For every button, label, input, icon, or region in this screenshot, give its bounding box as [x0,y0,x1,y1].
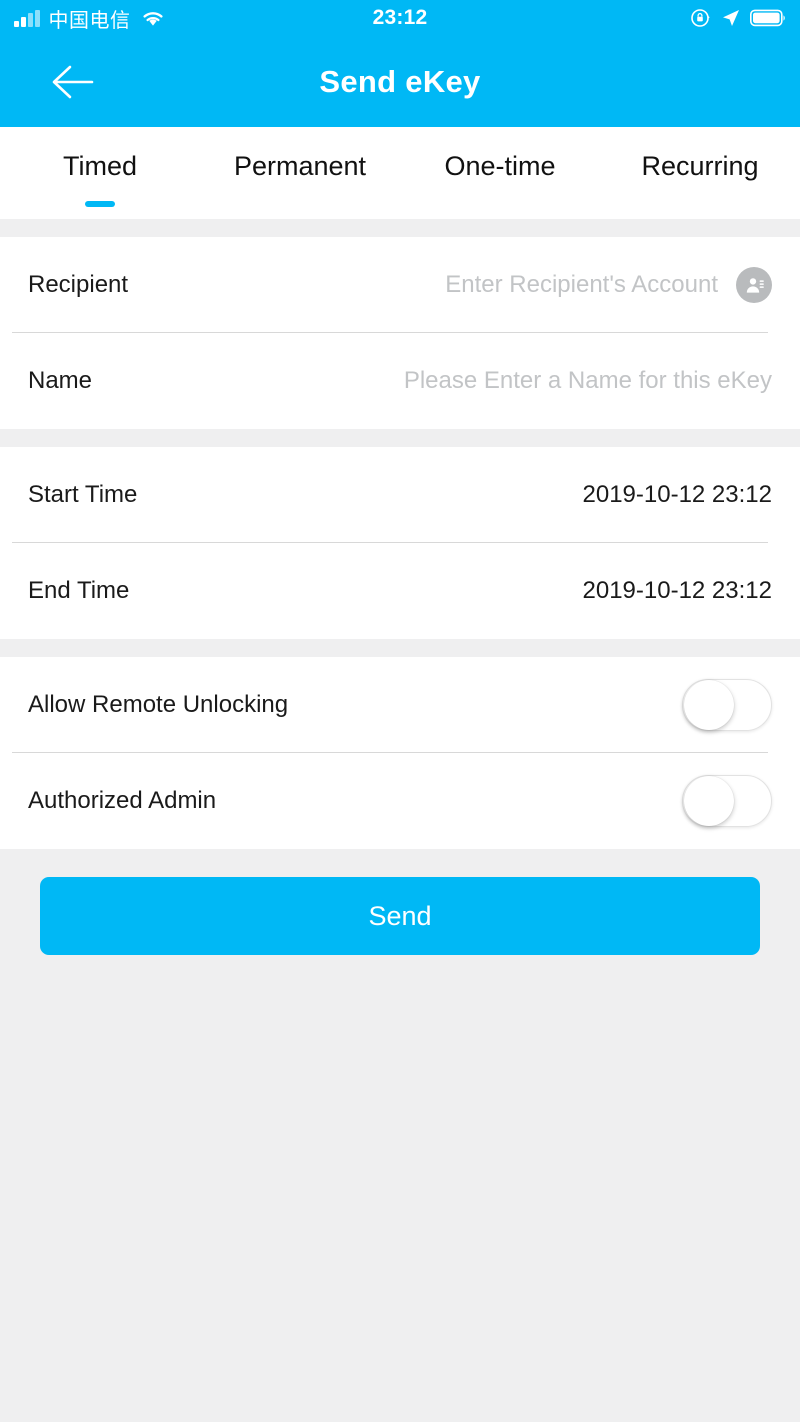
nav-header: Send eKey [0,36,800,127]
back-arrow-icon [50,63,94,101]
recipient-input-group: Enter Recipient's Account [445,267,772,303]
send-ekey-screen: 中国电信 23:12 Send eKey Timed Permanent One… [0,0,800,1422]
allow-remote-unlocking-label: Allow Remote Unlocking [28,691,289,718]
toggle-knob [684,680,734,730]
status-bar-right [690,7,786,29]
start-time-row[interactable]: Start Time 2019-10-12 23:12 [0,447,800,543]
allow-remote-unlocking-toggle[interactable] [682,679,772,731]
tab-recurring[interactable]: Recurring [600,127,800,219]
tab-timed[interactable]: Timed [0,127,200,219]
section-gap [0,639,800,657]
battery-full-icon [750,9,786,27]
status-bar-left: 中国电信 [14,4,166,33]
end-time-value-group: 2019-10-12 23:12 [583,577,773,605]
section-gap [0,429,800,447]
time-section: Start Time 2019-10-12 23:12 End Time 201… [0,447,800,639]
name-input[interactable]: Please Enter a Name for this eKey [404,367,772,395]
wifi-icon [140,8,166,28]
recipient-section: Recipient Enter Recipient's Account Name [0,237,800,429]
start-time-value[interactable]: 2019-10-12 23:12 [583,481,773,509]
name-row[interactable]: Name Please Enter a Name for this eKey [0,333,800,429]
name-input-group: Please Enter a Name for this eKey [404,367,772,395]
tab-label: Permanent [233,151,367,181]
end-time-value[interactable]: 2019-10-12 23:12 [583,577,773,605]
send-button-area: Send [0,849,800,983]
signal-bars-icon [14,9,40,27]
start-time-value-group: 2019-10-12 23:12 [583,481,773,509]
start-time-label: Start Time [28,481,138,508]
allow-remote-unlocking-control [682,679,772,731]
status-bar: 中国电信 23:12 [0,0,800,36]
tab-label: One-time [444,151,556,181]
end-time-label: End Time [28,577,130,604]
clock-label: 23:12 [372,6,428,29]
name-label: Name [28,367,93,394]
recipient-row[interactable]: Recipient Enter Recipient's Account [0,237,800,333]
permissions-section: Allow Remote Unlocking Authorized Admin [0,657,800,849]
send-button[interactable]: Send [40,877,760,955]
rotation-lock-icon [690,7,712,29]
location-arrow-icon [721,8,741,28]
tab-label: Timed [62,151,137,181]
section-gap [0,219,800,237]
active-tab-indicator [85,201,115,207]
authorized-admin-row: Authorized Admin [0,753,800,849]
end-time-row[interactable]: End Time 2019-10-12 23:12 [0,543,800,639]
back-button[interactable] [44,54,100,110]
tab-label: Recurring [641,151,759,181]
tab-bar: Timed Permanent One-time Recurring [0,127,800,219]
authorized-admin-control [682,775,772,827]
tab-permanent[interactable]: Permanent [200,127,400,219]
authorized-admin-label: Authorized Admin [28,787,217,814]
carrier-label: 中国电信 [48,9,131,32]
authorized-admin-toggle[interactable] [682,775,772,827]
page-title: Send eKey [319,63,481,99]
recipient-label: Recipient [28,271,129,298]
toggle-knob [684,776,734,826]
contact-book-icon[interactable] [736,267,772,303]
allow-remote-unlocking-row: Allow Remote Unlocking [0,657,800,753]
tab-one-time[interactable]: One-time [400,127,600,219]
recipient-input[interactable]: Enter Recipient's Account [445,271,718,299]
